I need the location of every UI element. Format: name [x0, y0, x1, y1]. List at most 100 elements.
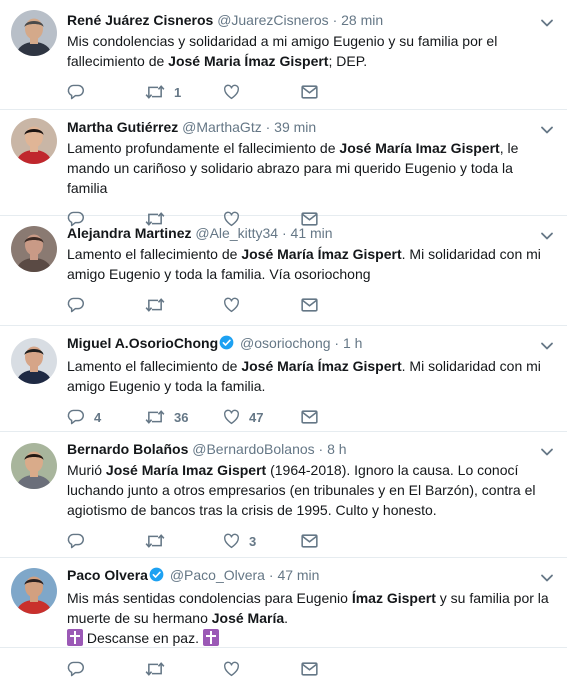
- direct-message-icon: [301, 298, 327, 312]
- chevron-down-icon[interactable]: [539, 15, 555, 36]
- reply-button[interactable]: 4: [67, 409, 145, 425]
- direct-message-button[interactable]: [301, 298, 327, 312]
- tweet-timestamp[interactable]: 1 h: [343, 335, 362, 351]
- reply-icon: [67, 84, 94, 100]
- tweet-timeline: René Juárez Cisneros @JuarezCisneros · 2…: [0, 0, 567, 677]
- user-display-name[interactable]: Bernardo Bolaños: [67, 441, 188, 457]
- tweet-actions: 1: [67, 77, 557, 107]
- tweet-text: Lamento profundamente el fallecimiento d…: [67, 140, 519, 196]
- like-button[interactable]: 3: [223, 533, 301, 549]
- reply-icon: [67, 409, 94, 425]
- chevron-down-icon[interactable]: [539, 228, 555, 249]
- direct-message-icon: [301, 85, 327, 99]
- retweet-icon: [145, 409, 174, 425]
- verified-badge-icon: [219, 335, 234, 354]
- tweet[interactable]: Martha Gutiérrez @MarthaGtz · 39 min Lame…: [0, 110, 567, 227]
- like-button[interactable]: [223, 84, 301, 100]
- tweet-actions: [67, 290, 557, 320]
- tweet[interactable]: Alejandra Martinez @Ale_kitty34 · 41 min…: [0, 216, 567, 326]
- reply-icon: [67, 533, 94, 549]
- tweet-actions: 3: [67, 526, 557, 556]
- like-heart-icon: [223, 84, 249, 100]
- user-handle[interactable]: @Ale_kitty34: [195, 225, 278, 241]
- user-display-name[interactable]: Miguel A.OsorioChong: [67, 335, 218, 351]
- tweet-timestamp[interactable]: 8 h: [327, 441, 346, 457]
- avatar[interactable]: [11, 338, 57, 384]
- avatar[interactable]: [11, 226, 57, 272]
- tweet-timestamp[interactable]: 47 min: [277, 567, 319, 583]
- reply-count: 4: [94, 409, 102, 425]
- verified-badge-icon: [149, 567, 164, 586]
- avatar[interactable]: [11, 568, 57, 614]
- like-button[interactable]: [223, 297, 301, 313]
- direct-message-button[interactable]: [301, 534, 327, 548]
- separator-dot: ·: [281, 225, 287, 241]
- tweet-actions: 4 36 47: [67, 402, 557, 432]
- tweet-header: René Juárez Cisneros @JuarezCisneros · 2…: [67, 11, 557, 29]
- retweet-button[interactable]: [145, 533, 223, 549]
- user-handle[interactable]: @MarthaGtz: [182, 119, 262, 135]
- user-display-name[interactable]: Paco Olvera: [67, 567, 148, 583]
- chevron-down-icon[interactable]: [539, 570, 555, 591]
- tweet-header: Miguel A.OsorioChong @osoriochong · 1 h: [67, 334, 557, 354]
- chevron-down-icon[interactable]: [539, 444, 555, 465]
- retweet-icon: [145, 297, 174, 313]
- user-handle[interactable]: @osoriochong: [240, 335, 331, 351]
- tweet-text: Lamento el fallecimiento de José María Í…: [67, 358, 541, 394]
- separator-dot: ·: [332, 12, 338, 28]
- tweet-timestamp[interactable]: 39 min: [274, 119, 316, 135]
- retweet-icon: [145, 84, 174, 100]
- tweet-header: Alejandra Martinez @Ale_kitty34 · 41 min: [67, 224, 557, 242]
- user-handle[interactable]: @JuarezCisneros: [217, 12, 328, 28]
- retweet-button[interactable]: 1: [145, 84, 223, 100]
- tweet-text: Mis más sentidas condolencias para Eugen…: [67, 590, 549, 646]
- reply-button[interactable]: [67, 533, 145, 549]
- tweet-timestamp[interactable]: 28 min: [341, 12, 383, 28]
- user-handle[interactable]: @BernardoBolanos: [192, 441, 314, 457]
- latin-cross-emoji-icon: [202, 629, 219, 646]
- like-button[interactable]: 47: [223, 409, 301, 425]
- avatar[interactable]: [11, 118, 57, 164]
- tweet-text: Mis condolencias y solidaridad a mi amig…: [67, 33, 498, 69]
- retweet-count: 36: [174, 409, 189, 425]
- tweet[interactable]: Bernardo Bolaños @BernardoBolanos · 8 h M…: [0, 432, 567, 558]
- user-display-name[interactable]: Martha Gutiérrez: [67, 119, 178, 135]
- latin-cross-emoji-icon: [67, 629, 83, 646]
- reply-button[interactable]: [67, 297, 145, 313]
- direct-message-button[interactable]: [301, 410, 327, 424]
- retweet-button[interactable]: [145, 297, 223, 313]
- separator-dot: ·: [318, 441, 324, 457]
- like-count: 3: [249, 533, 257, 549]
- tweet-header: Paco Olvera @Paco_Olvera · 47 min: [67, 566, 557, 586]
- avatar[interactable]: [11, 10, 57, 56]
- tweet[interactable]: Paco Olvera @Paco_Olvera · 47 min Mis más…: [0, 558, 567, 677]
- reply-icon: [67, 297, 94, 313]
- tweet[interactable]: Miguel A.OsorioChong @osoriochong · 1 h L…: [0, 326, 567, 432]
- tweet-header: Martha Gutiérrez @MarthaGtz · 39 min: [67, 118, 557, 136]
- chevron-down-icon[interactable]: [539, 338, 555, 359]
- direct-message-icon: [301, 410, 327, 424]
- direct-message-icon: [301, 534, 327, 548]
- tweet-header: Bernardo Bolaños @BernardoBolanos · 8 h: [67, 440, 557, 458]
- chevron-down-icon[interactable]: [539, 122, 555, 143]
- reply-button[interactable]: [67, 84, 145, 100]
- tweet-timestamp[interactable]: 41 min: [291, 225, 333, 241]
- separator-dot: ·: [265, 119, 271, 135]
- like-heart-icon: [223, 533, 249, 549]
- like-heart-icon: [223, 297, 249, 313]
- separator-dot: ·: [268, 567, 274, 583]
- separator-dot: ·: [334, 335, 340, 351]
- like-heart-icon: [223, 409, 249, 425]
- tweet[interactable]: René Juárez Cisneros @JuarezCisneros · 2…: [0, 3, 567, 110]
- user-handle[interactable]: @Paco_Olvera: [170, 567, 265, 583]
- user-display-name[interactable]: René Juárez Cisneros: [67, 12, 213, 28]
- retweet-count: 1: [174, 84, 182, 100]
- like-count: 47: [249, 409, 264, 425]
- avatar[interactable]: [11, 443, 57, 489]
- retweet-button[interactable]: 36: [145, 409, 223, 425]
- direct-message-button[interactable]: [301, 85, 327, 99]
- tweet-text: Lamento el fallecimiento de José María Í…: [67, 246, 541, 282]
- user-display-name[interactable]: Alejandra Martinez: [67, 225, 191, 241]
- tweet-text: Murió José María Imaz Gispert (1964-2018…: [67, 462, 536, 518]
- retweet-icon: [145, 533, 174, 549]
